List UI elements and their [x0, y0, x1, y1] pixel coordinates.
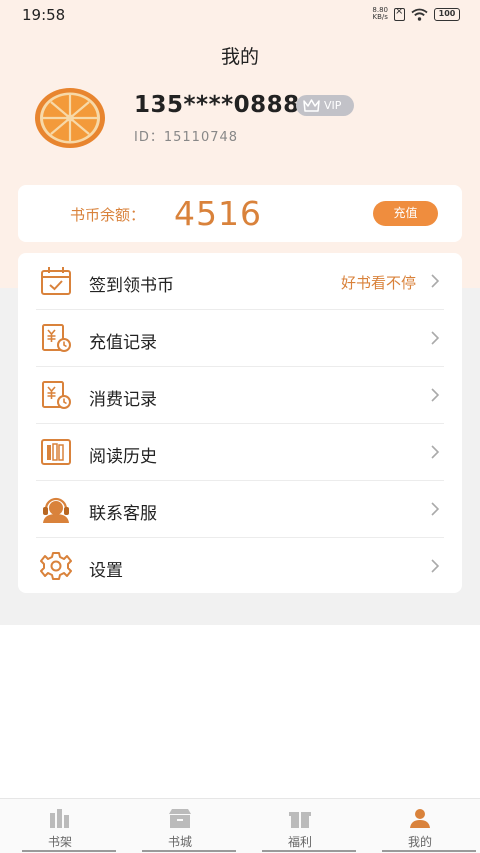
profile-icon — [410, 809, 430, 828]
nav-tab-label: 福利 — [287, 835, 312, 849]
menu-card: 签到领书币 好书看不停 充值记录 消费记录 阅读历史 联系客服 设置 — [18, 253, 462, 593]
menu-item-hint: 好书看不停 — [340, 274, 416, 292]
nav-tab-profile[interactable]: 我的 — [360, 799, 480, 853]
menu-item-recharge-records[interactable]: 充值记录 — [18, 310, 462, 367]
yen-receipt-icon — [42, 381, 71, 409]
status-icons: 8.80 KB/s 100 — [372, 6, 460, 21]
nav-tab-label: 书城 — [167, 835, 192, 849]
gear-icon — [40, 552, 72, 580]
menu-item-consumption-records[interactable]: 消费记录 — [18, 367, 462, 424]
menu-item-label: 签到领书币 — [89, 276, 174, 296]
welfare-icon — [289, 812, 311, 828]
chevron-right-icon — [431, 559, 440, 573]
nav-tab-underline — [142, 850, 236, 852]
user-id-value: 15110748 — [163, 130, 239, 145]
user-phone: 135****0888 — [134, 92, 300, 118]
chevron-right-icon — [431, 502, 440, 516]
status-bar: 19:58 8.80 KB/s 100 — [0, 0, 480, 32]
avatar-orange-slice-icon[interactable] — [34, 87, 106, 149]
bookshelf-icon — [50, 809, 69, 828]
menu-item-label: 联系客服 — [89, 504, 157, 524]
menu-item-label: 充值记录 — [89, 333, 157, 353]
nav-tab-welfare[interactable]: 福利 — [240, 799, 360, 853]
user-id: ID：15110748 — [134, 126, 238, 145]
chevron-right-icon — [431, 388, 440, 402]
menu-item-label: 设置 — [89, 561, 123, 581]
no-sim-icon — [394, 6, 405, 21]
user-id-label: ID： — [134, 130, 164, 145]
nav-tab-bookshelf[interactable]: 书架 — [0, 799, 120, 853]
calendar-check-icon — [41, 267, 71, 295]
vip-badge: VIP — [296, 95, 354, 116]
chevron-right-icon — [431, 445, 440, 459]
menu-item-customer-service[interactable]: 联系客服 — [18, 481, 462, 538]
yen-receipt-icon — [42, 324, 71, 352]
nav-tab-label: 书架 — [47, 835, 72, 849]
chevron-right-icon — [431, 274, 440, 288]
nav-tab-underline — [262, 850, 356, 852]
network-speed-unit: KB/s — [372, 13, 388, 21]
recharge-button[interactable]: 充值 — [373, 201, 438, 226]
menu-item-label: 消费记录 — [89, 390, 157, 410]
battery-indicator: 100 — [434, 7, 460, 21]
menu-item-label: 阅读历史 — [89, 447, 157, 467]
balance-value: 4516 — [174, 194, 262, 233]
nav-tab-underline — [22, 850, 116, 852]
books-icon — [41, 439, 71, 465]
nav-tab-label: 我的 — [407, 835, 432, 849]
menu-item-sign-in[interactable]: 签到领书币 好书看不停 — [18, 253, 462, 310]
page-title: 我的 — [220, 46, 259, 68]
bookstore-icon — [169, 809, 191, 828]
crown-icon — [303, 99, 320, 112]
status-time: 19:58 — [22, 6, 66, 24]
balance-card: 书币余额： 4516 充值 — [18, 185, 462, 242]
wifi-icon — [411, 8, 428, 21]
vip-label: VIP — [324, 99, 342, 112]
nav-tab-underline — [382, 850, 476, 852]
balance-label: 书币余额： — [70, 206, 146, 224]
headset-icon — [43, 497, 69, 523]
bottom-nav: 书架 书城 福利 我的 — [0, 798, 480, 853]
chevron-right-icon — [431, 331, 440, 345]
nav-tab-bookstore[interactable]: 书城 — [120, 799, 240, 853]
menu-item-settings[interactable]: 设置 — [18, 538, 462, 595]
menu-item-reading-history[interactable]: 阅读历史 — [18, 424, 462, 481]
network-speed: 8.80 KB/s — [372, 7, 388, 21]
